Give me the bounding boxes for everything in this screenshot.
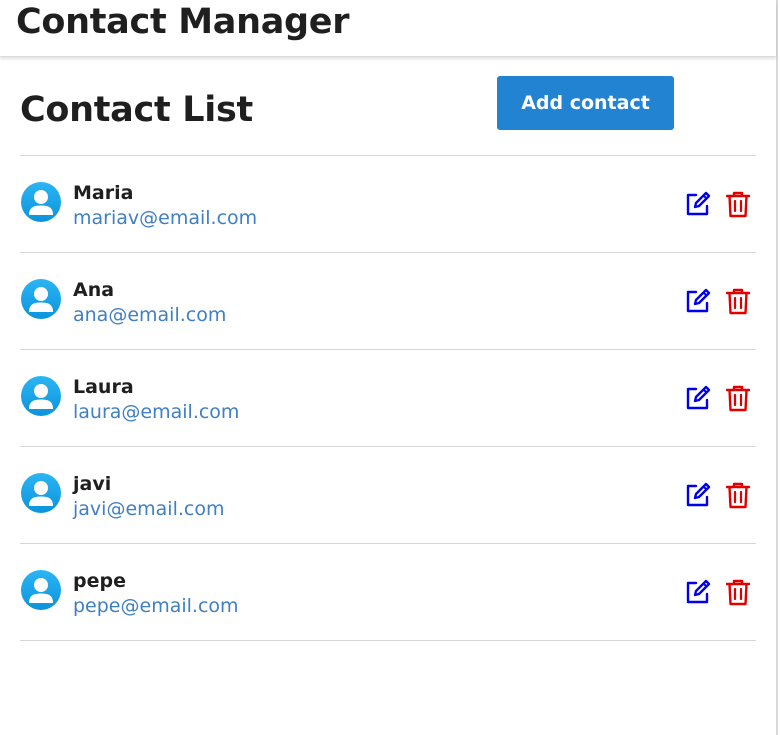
user-avatar-icon — [21, 473, 61, 513]
main-content: Contact List Add contact Maria mariav@em… — [0, 57, 776, 641]
contact-row-2: Laura laura@email.com — [20, 350, 756, 447]
contact-name: javi — [73, 473, 112, 495]
contact-email: mariav@email.com — [73, 207, 258, 229]
contact-row-0: Maria mariav@email.com — [20, 156, 756, 253]
contact-email: pepe@email.com — [73, 595, 239, 617]
page-title: Contact List — [20, 90, 253, 130]
edit-icon[interactable] — [684, 578, 712, 606]
edit-icon[interactable] — [684, 481, 712, 509]
edit-icon[interactable] — [684, 384, 712, 412]
contact-name: Laura — [73, 376, 134, 398]
contact-manager-app: Contact Manager Contact List Add contact… — [0, 0, 778, 735]
trash-icon[interactable] — [726, 287, 750, 315]
top-bar: Contact Manager — [0, 0, 776, 57]
contact-email: javi@email.com — [73, 498, 225, 520]
list-header: Contact List Add contact — [20, 57, 756, 156]
trash-icon[interactable] — [726, 384, 750, 412]
contact-name: Ana — [73, 279, 115, 301]
edit-icon[interactable] — [684, 287, 712, 315]
user-avatar-icon — [21, 570, 61, 610]
contact-email: laura@email.com — [73, 401, 240, 423]
edit-icon[interactable] — [684, 190, 712, 218]
contact-list: Maria mariav@email.com Ana ana@email.com… — [20, 156, 756, 641]
trash-icon[interactable] — [726, 481, 750, 509]
contact-row-1: Ana ana@email.com — [20, 253, 756, 350]
trash-icon[interactable] — [726, 190, 750, 218]
user-avatar-icon — [21, 182, 61, 222]
contact-row-3: javi javi@email.com — [20, 447, 756, 544]
contact-name: pepe — [73, 570, 126, 592]
user-avatar-icon — [21, 279, 61, 319]
trash-icon[interactable] — [726, 578, 750, 606]
contact-row-4: pepe pepe@email.com — [20, 544, 756, 641]
add-contact-button[interactable]: Add contact — [497, 76, 674, 130]
user-avatar-icon — [21, 376, 61, 416]
contact-name: Maria — [73, 182, 134, 204]
contact-email: ana@email.com — [73, 304, 227, 326]
app-title: Contact Manager — [16, 2, 350, 42]
